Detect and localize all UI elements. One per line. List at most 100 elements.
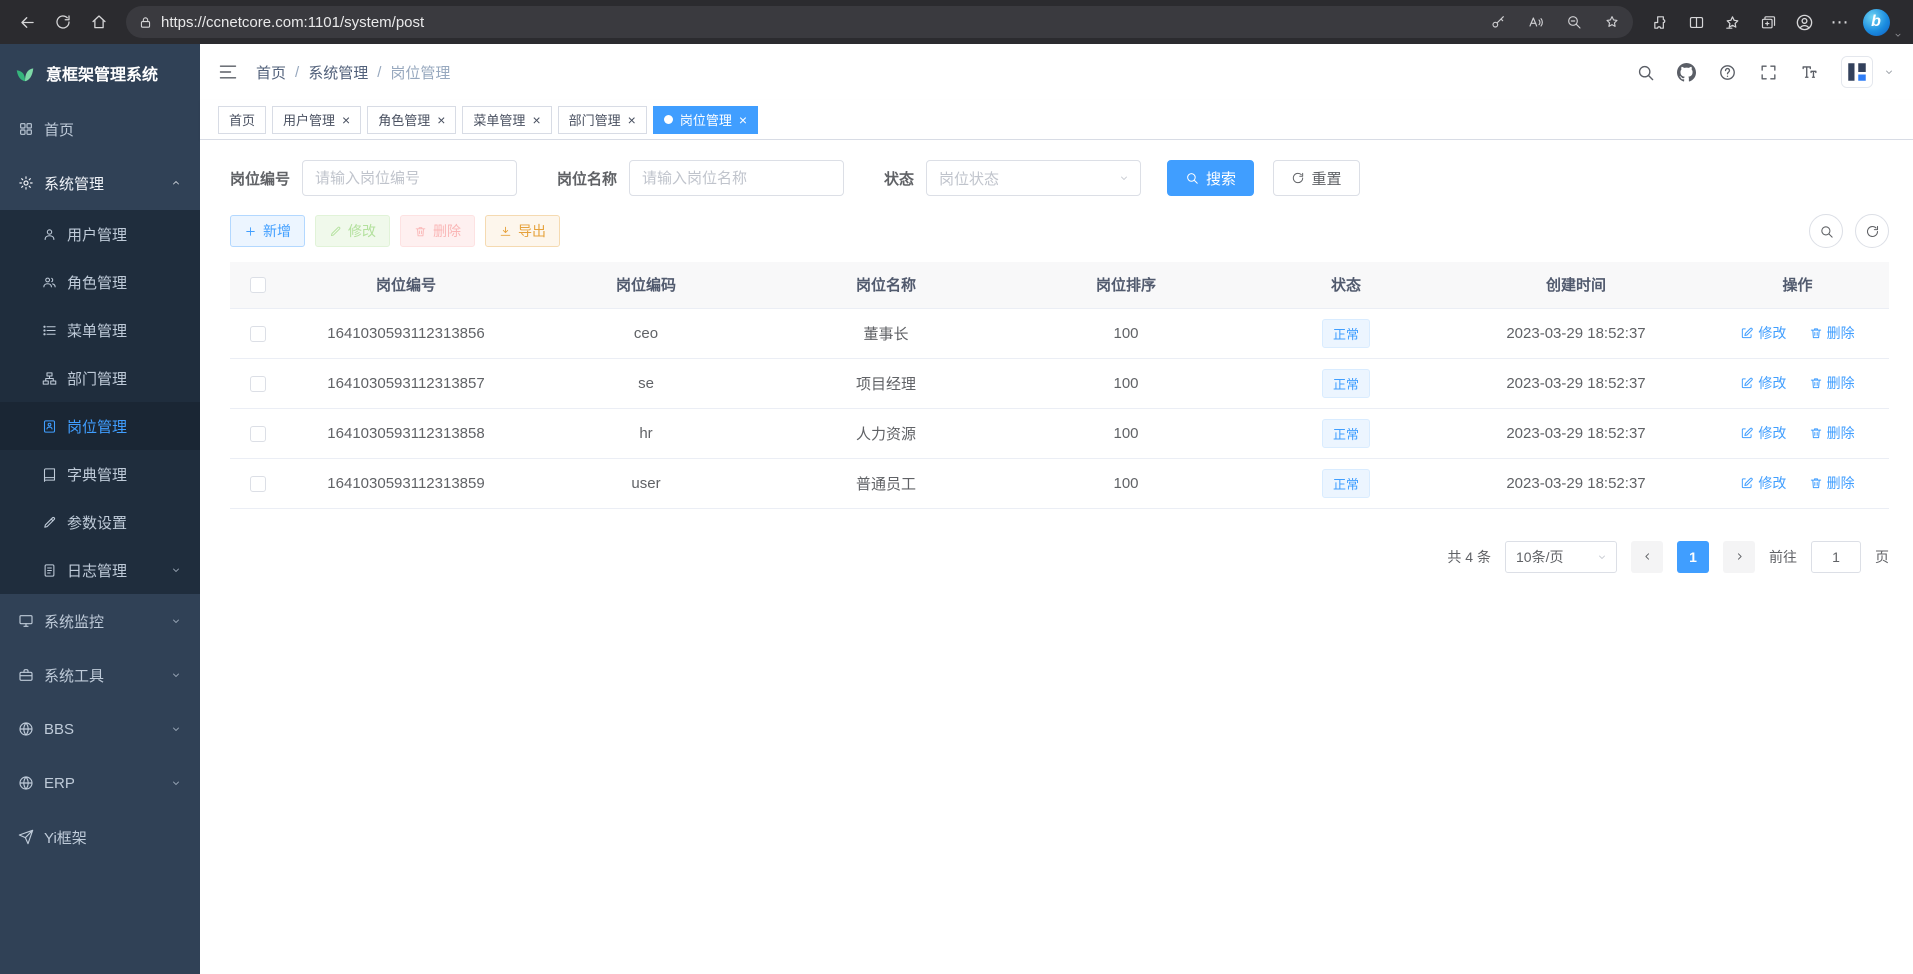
collections-icon[interactable] (1751, 5, 1785, 39)
sidebar-item-system-tools[interactable]: 系统工具 (0, 648, 200, 702)
tab-dept-mgmt[interactable]: 部门管理 × (558, 106, 647, 134)
book-icon (42, 467, 57, 482)
browser-more-menu[interactable]: ⋯ (1823, 5, 1857, 39)
gear-icon (18, 175, 34, 191)
sidebar-item-dept-mgmt[interactable]: 部门管理 (0, 354, 200, 402)
id-badge-icon (42, 419, 57, 434)
globe-icon (18, 721, 34, 737)
sidebar-item-home[interactable]: 首页 (0, 102, 200, 156)
tab-close-icon[interactable]: × (628, 113, 636, 127)
sidebar-item-dict-mgmt[interactable]: 字典管理 (0, 450, 200, 498)
sidebar-toggle-button[interactable] (218, 62, 238, 82)
sidebar-item-user-mgmt[interactable]: 用户管理 (0, 210, 200, 258)
row-checkbox[interactable] (250, 426, 266, 442)
tab-close-icon[interactable]: × (342, 113, 350, 127)
breadcrumb-item-system[interactable]: 系统管理 (308, 62, 368, 83)
row-edit-button[interactable]: 修改 (1740, 373, 1786, 393)
row-delete-button[interactable]: 删除 (1809, 373, 1855, 393)
edit-icon (1740, 426, 1754, 440)
tab-label: 角色管理 (378, 110, 430, 129)
row-edit-button[interactable]: 修改 (1740, 473, 1786, 493)
sidebar-item-bbs[interactable]: BBS (0, 702, 200, 756)
add-favorite-star-icon[interactable] (1597, 7, 1627, 37)
page-size-value: 10条/页 (1516, 547, 1563, 567)
font-size-icon[interactable] (1800, 63, 1819, 82)
chevron-down-icon (170, 777, 182, 789)
zoom-out-icon[interactable] (1559, 7, 1589, 37)
fullscreen-icon[interactable] (1759, 63, 1778, 82)
row-delete-button[interactable]: 删除 (1809, 423, 1855, 443)
tab-user-mgmt[interactable]: 用户管理 × (272, 106, 361, 134)
sidebar-item-post-mgmt[interactable]: 岗位管理 (0, 402, 200, 450)
post-name-input[interactable] (629, 160, 844, 196)
sidebar-item-menu-mgmt[interactable]: 菜单管理 (0, 306, 200, 354)
bing-caret-icon[interactable] (1893, 30, 1903, 44)
password-key-icon[interactable] (1483, 7, 1513, 37)
tab-close-icon[interactable]: × (532, 113, 540, 127)
sidebar-item-role-mgmt[interactable]: 角色管理 (0, 258, 200, 306)
reset-button[interactable]: 重置 (1273, 160, 1360, 196)
avatar-caret-icon[interactable] (1883, 66, 1895, 78)
address-bar[interactable]: https://ccnetcore.com:1101/system/post (126, 6, 1633, 38)
browser-refresh-button[interactable] (46, 5, 80, 39)
header-search-icon[interactable] (1636, 63, 1655, 82)
prev-page-button[interactable] (1631, 541, 1663, 573)
browser-profile-avatar[interactable] (1787, 5, 1821, 39)
toggle-search-button[interactable] (1809, 214, 1843, 248)
browser-home-button[interactable] (82, 5, 116, 39)
post-code-input[interactable] (302, 160, 517, 196)
tab-post-mgmt[interactable]: 岗位管理 × (653, 106, 758, 134)
split-screen-icon[interactable] (1679, 5, 1713, 39)
delete-button-label: 删除 (433, 221, 461, 241)
refresh-table-button[interactable] (1855, 214, 1889, 248)
cell-post-sort: 100 (1006, 408, 1246, 458)
row-delete-button[interactable]: 删除 (1809, 323, 1855, 343)
row-checkbox[interactable] (250, 376, 266, 392)
tab-label: 岗位管理 (680, 110, 732, 129)
sidebar-item-erp[interactable]: ERP (0, 756, 200, 810)
pagination: 共 4 条 10条/页 1 前往 页 (230, 541, 1889, 573)
export-button[interactable]: 导出 (485, 215, 560, 247)
sidebar-item-system-mgmt[interactable]: 系统管理 (0, 156, 200, 210)
status-select[interactable]: 岗位状态 (926, 160, 1141, 196)
tab-role-mgmt[interactable]: 角色管理 × (367, 106, 456, 134)
tab-close-icon[interactable]: × (739, 113, 747, 127)
sidebar-item-label: BBS (44, 721, 74, 738)
browser-back-button[interactable] (10, 5, 44, 39)
add-button[interactable]: 新增 (230, 215, 305, 247)
select-all-checkbox[interactable] (250, 277, 266, 293)
sidebar-item-param-settings[interactable]: 参数设置 (0, 498, 200, 546)
help-question-icon[interactable] (1718, 63, 1737, 82)
tab-home[interactable]: 首页 (218, 106, 266, 134)
page-size-select[interactable]: 10条/页 (1505, 541, 1617, 573)
edit-button-disabled[interactable]: 修改 (315, 215, 390, 247)
sidebar-item-yi-framework[interactable]: Yi框架 (0, 810, 200, 864)
tab-close-icon[interactable]: × (437, 113, 445, 127)
row-checkbox[interactable] (250, 326, 266, 342)
sidebar-item-log-mgmt[interactable]: 日志管理 (0, 546, 200, 594)
filter-form: 岗位编号 岗位名称 状态 岗位状态 搜索 (230, 160, 1889, 196)
sidebar-item-system-monitor[interactable]: 系统监控 (0, 594, 200, 648)
read-aloud-icon[interactable] (1521, 7, 1551, 37)
bing-copilot-button[interactable]: b (1859, 5, 1893, 39)
sidebar-item-label: 系统工具 (44, 665, 104, 686)
row-delete-button[interactable]: 删除 (1809, 473, 1855, 493)
row-checkbox[interactable] (250, 476, 266, 492)
delete-button-disabled[interactable]: 删除 (400, 215, 475, 247)
goto-page-input[interactable] (1811, 541, 1861, 573)
extensions-puzzle-icon[interactable] (1643, 5, 1677, 39)
row-edit-button[interactable]: 修改 (1740, 423, 1786, 443)
tab-menu-mgmt[interactable]: 菜单管理 × (462, 106, 551, 134)
home-icon (90, 13, 108, 31)
row-edit-button[interactable]: 修改 (1740, 323, 1786, 343)
log-document-icon (42, 563, 57, 578)
github-icon[interactable] (1677, 63, 1696, 82)
next-page-button[interactable] (1723, 541, 1755, 573)
search-button[interactable]: 搜索 (1167, 160, 1254, 196)
favorites-star-icon[interactable] (1715, 5, 1749, 39)
page-number-button[interactable]: 1 (1677, 541, 1709, 573)
user-avatar[interactable] (1841, 56, 1873, 88)
col-status: 状态 (1246, 262, 1446, 308)
users-icon (42, 275, 57, 290)
breadcrumb-item-home[interactable]: 首页 (256, 62, 286, 83)
